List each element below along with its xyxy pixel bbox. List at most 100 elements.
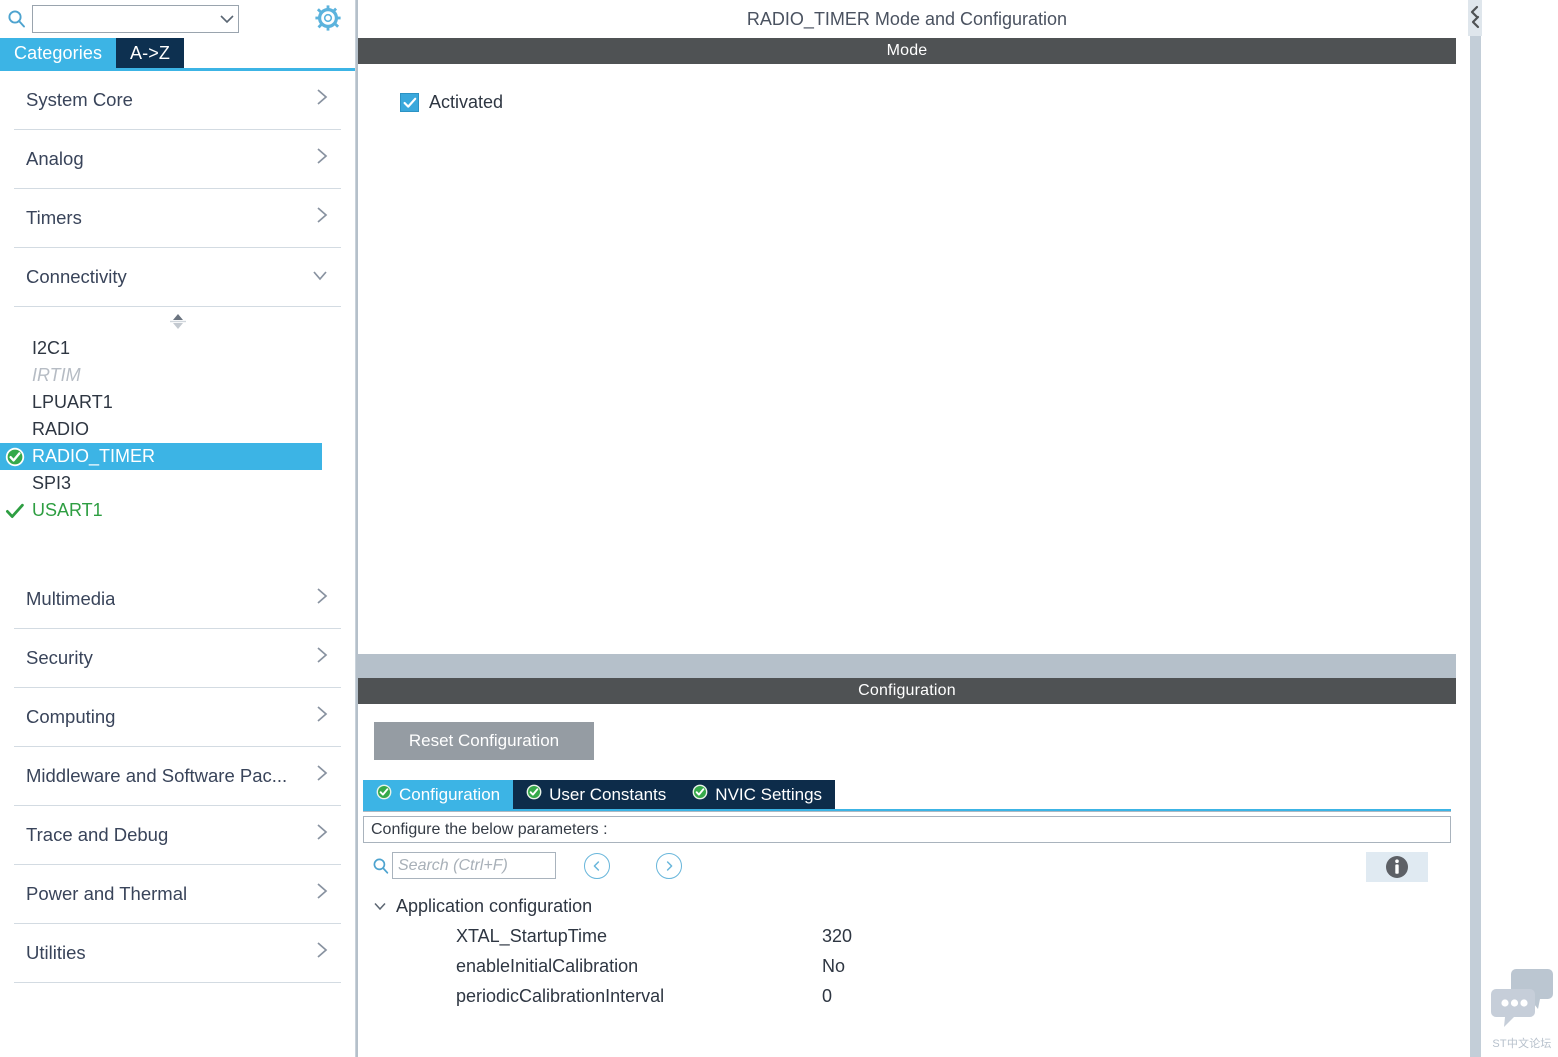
configuration-tabs: Configuration User Constants NVIC Settin… (363, 780, 1456, 809)
sidebar-item-connectivity[interactable]: Connectivity (14, 248, 341, 307)
chevron-right-icon (315, 763, 341, 789)
tab-configuration[interactable]: Configuration (363, 780, 514, 809)
parameter-search-row (370, 852, 1456, 882)
tab-label: User Constants (549, 784, 667, 804)
chevron-right-icon (315, 940, 341, 966)
watermark: ST中文论坛 (1486, 961, 1558, 1053)
sidebar-item-security[interactable]: Security (14, 629, 341, 688)
category-list-bottom: Multimedia Security Computing Middleware… (0, 570, 355, 983)
peripheral-list-spacer (0, 524, 355, 570)
parameter-group-application-configuration[interactable]: Application configuration (372, 891, 1456, 921)
sidebar-item-middleware[interactable]: Middleware and Software Pac... (14, 747, 341, 806)
parameter-row[interactable]: XTAL_StartupTime 320 (372, 921, 1456, 951)
peripheral-label: USART1 (32, 500, 103, 520)
sidebar-item-trace-and-debug[interactable]: Trace and Debug (14, 806, 341, 865)
sidebar-item-label: System Core (26, 89, 133, 110)
reset-configuration-button[interactable]: Reset Configuration (374, 722, 594, 760)
peripheral-item-radio-timer[interactable]: RADIO_TIMER (0, 443, 322, 470)
category-list-top: System Core Analog Timers Connectivity (0, 71, 355, 307)
sidebar-search-row (0, 0, 355, 38)
parameter-value[interactable]: No (822, 956, 1456, 977)
green-check-icon (376, 784, 392, 805)
peripheral-label: I2C1 (32, 338, 71, 358)
chevron-right-icon (315, 822, 341, 848)
sidebar-item-analog[interactable]: Analog (14, 130, 341, 189)
sidebar-item-computing[interactable]: Computing (14, 688, 341, 747)
sidebar-item-system-core[interactable]: System Core (14, 71, 341, 130)
circle-right-arrow-icon[interactable] (656, 852, 682, 879)
cubemx-window: Categories A->Z System Core Analog Timer… (0, 0, 1558, 1057)
chevron-down-icon[interactable] (216, 7, 238, 31)
page-title: RADIO_TIMER Mode and Configuration (358, 0, 1456, 38)
sidebar-item-multimedia[interactable]: Multimedia (14, 570, 341, 629)
tab-a-to-z[interactable]: A->Z (116, 38, 184, 68)
chevron-right-icon (315, 586, 341, 612)
parameter-value[interactable]: 320 (822, 926, 1456, 947)
sidebar-item-label: Power and Thermal (26, 883, 188, 904)
parameter-name: XTAL_StartupTime (456, 925, 608, 946)
peripheral-label: RADIO_TIMER (32, 446, 156, 466)
circle-left-arrow-icon[interactable] (584, 852, 610, 879)
peripheral-item-radio[interactable]: RADIO (0, 416, 355, 443)
peripheral-list: I2C1 IRTIM LPUART1 RADIO RADIO_TIMER SPI… (0, 335, 355, 524)
peripheral-label: IRTIM (32, 365, 81, 385)
sidebar-item-label: Timers (26, 207, 82, 228)
tab-nvic-settings[interactable]: NVIC Settings (679, 780, 836, 809)
green-check-icon (692, 784, 708, 805)
parameter-row[interactable]: periodicCalibrationInterval 0 (372, 981, 1456, 1011)
parameter-group-label: Application configuration (396, 895, 593, 916)
right-vertical-divider (1470, 0, 1481, 1057)
tab-label: NVIC Settings (715, 784, 823, 804)
tab-user-constants[interactable]: User Constants (513, 780, 680, 809)
parameter-row[interactable]: enableInitialCalibration No (372, 951, 1456, 981)
sidebar-item-power-and-thermal[interactable]: Power and Thermal (14, 865, 341, 924)
sidebar-item-label: Trace and Debug (26, 824, 169, 845)
search-icon (370, 855, 392, 877)
sidebar-tabs: Categories A->Z (0, 38, 355, 68)
sidebar-splitter-handle[interactable] (0, 307, 355, 335)
activated-checkbox[interactable] (400, 93, 419, 112)
chevron-down-icon[interactable] (372, 898, 388, 914)
search-icon (4, 6, 30, 32)
double-chevron-left-icon[interactable] (1468, 0, 1482, 36)
mode-section-body: Activated (358, 64, 1456, 654)
peripheral-label: SPI3 (32, 473, 72, 493)
peripheral-search-combo[interactable] (32, 5, 239, 33)
watermark-text: ST中文论坛 (1492, 1038, 1552, 1050)
info-icon[interactable] (1366, 852, 1428, 882)
sidebar-item-label: Utilities (26, 942, 86, 963)
tab-label: Configuration (399, 784, 501, 804)
main-content: RADIO_TIMER Mode and Configuration Mode … (356, 0, 1558, 1057)
parameter-value[interactable]: 0 (822, 986, 1456, 1007)
reset-button-wrap: Reset Configuration (358, 704, 1456, 760)
panel-divider (358, 654, 1456, 678)
peripheral-item-spi3[interactable]: SPI3 (0, 470, 355, 497)
chevron-right-icon (315, 645, 341, 671)
activated-checkbox-row[interactable]: Activated (400, 92, 503, 113)
peripheral-search-input[interactable] (33, 7, 216, 31)
gear-icon[interactable] (313, 3, 343, 33)
chevron-right-icon (315, 704, 341, 730)
sidebar-item-label: Connectivity (26, 266, 127, 287)
right-edge-strip: ST中文论坛 (1468, 0, 1558, 1057)
peripheral-item-usart1[interactable]: USART1 (0, 497, 355, 524)
sidebar-item-label: Analog (26, 148, 84, 169)
peripheral-label: RADIO (32, 419, 90, 439)
tab-categories[interactable]: Categories (0, 38, 117, 68)
sidebar-item-utilities[interactable]: Utilities (14, 924, 341, 983)
configuration-section-header: Configuration (358, 678, 1456, 704)
mode-section-header: Mode (358, 38, 1456, 64)
peripheral-item-i2c1[interactable]: I2C1 (0, 335, 355, 362)
check-icon (4, 500, 26, 522)
parameter-search-input[interactable] (392, 852, 556, 879)
green-check-icon (526, 784, 542, 805)
peripheral-item-irtim[interactable]: IRTIM (0, 362, 355, 389)
peripheral-item-lpuart1[interactable]: LPUART1 (0, 389, 355, 416)
chevron-right-icon (315, 205, 341, 231)
sidebar-item-label: Computing (26, 706, 116, 727)
activated-label: Activated (429, 92, 504, 112)
circle-check-icon (4, 446, 26, 468)
sidebar-item-timers[interactable]: Timers (14, 189, 341, 248)
chevron-right-icon (315, 146, 341, 172)
configuration-hint: Configure the below parameters : (363, 816, 1451, 843)
